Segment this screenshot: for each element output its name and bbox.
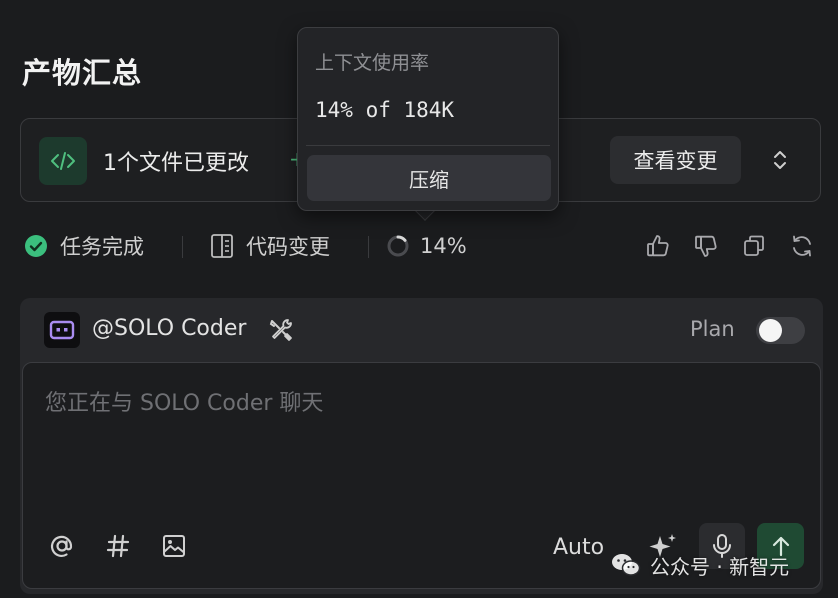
model-select[interactable]: Auto — [553, 535, 604, 560]
plan-label: Plan — [690, 317, 735, 341]
code-changes-tab[interactable]: 代码变更 — [210, 228, 330, 264]
toggle-knob — [759, 319, 782, 342]
diff-icon — [211, 234, 233, 258]
code-icon — [39, 137, 87, 185]
popover-title: 上下文使用率 — [315, 52, 430, 74]
agent-avatar — [44, 312, 80, 348]
refresh-icon[interactable] — [788, 232, 816, 260]
mention-icon[interactable] — [47, 531, 77, 561]
thumbs-up-icon[interactable] — [644, 232, 672, 260]
plan-toggle[interactable] — [756, 317, 805, 344]
context-usage-popover: 上下文使用率 14% of 184K 压缩 — [297, 27, 559, 211]
context-usage-value: 14% of 184K — [315, 98, 455, 122]
watermark: 公众号 · 新智元 — [610, 548, 789, 582]
page-title: 产物汇总 — [22, 56, 143, 90]
thumbs-down-icon[interactable] — [692, 232, 720, 260]
status-row: 任务完成 代码变更 14% — [24, 228, 820, 264]
task-status: 任务完成 — [24, 228, 144, 264]
agent-name[interactable]: @SOLO Coder — [92, 316, 246, 341]
chat-header: @SOLO Coder Plan — [20, 298, 823, 362]
copy-icon[interactable] — [740, 232, 768, 260]
wechat-icon — [612, 554, 641, 576]
popover-divider — [306, 145, 550, 146]
tools-icon[interactable] — [268, 317, 294, 343]
expand-collapse-icon[interactable] — [765, 143, 795, 177]
divider — [368, 236, 369, 258]
code-changes-label: 代码变更 — [246, 235, 330, 259]
context-usage-indicator[interactable]: 14% — [386, 228, 467, 264]
divider — [182, 236, 183, 258]
image-icon[interactable] — [159, 531, 189, 561]
context-percent: 14% — [420, 234, 467, 258]
compress-button[interactable]: 压缩 — [307, 155, 551, 201]
check-circle-icon — [25, 235, 47, 257]
robot-icon — [49, 320, 75, 340]
chat-input[interactable] — [45, 383, 785, 423]
task-status-label: 任务完成 — [60, 235, 144, 259]
hash-icon[interactable] — [103, 531, 133, 561]
watermark-text: 公众号 · 新智元 — [650, 554, 790, 579]
files-changed-summary: 1个文件已更改 — [103, 151, 249, 176]
context-progress-ring — [387, 235, 409, 257]
view-changes-button[interactable]: 查看变更 — [610, 136, 741, 184]
